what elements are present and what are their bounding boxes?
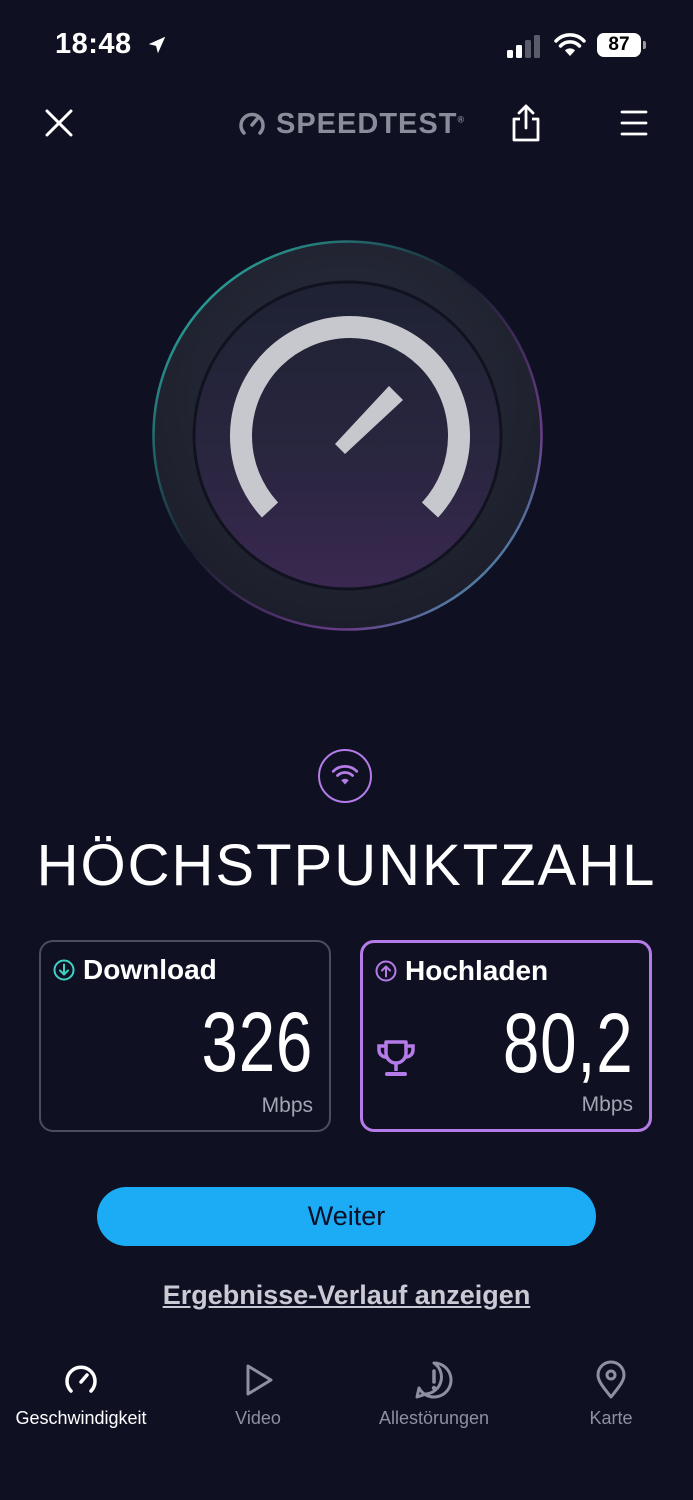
upload-value: 80,2 — [502, 996, 633, 1090]
play-icon — [246, 1364, 273, 1396]
brand-name: SPEEDTEST® — [276, 107, 466, 140]
nav-item-speed[interactable]: Geschwindigkeit — [0, 1360, 162, 1429]
trophy-icon — [377, 1040, 415, 1076]
gauge-icon — [65, 1365, 97, 1393]
wifi-status-icon — [554, 33, 586, 56]
nav-label-video: Video — [235, 1408, 281, 1428]
map-pin-icon — [596, 1360, 626, 1399]
result-title: HÖCHSTPUNKTZAHL — [36, 833, 657, 898]
download-arrow-icon — [53, 959, 75, 981]
registered-mark: ® — [457, 113, 466, 124]
battery-level: 87 — [597, 33, 641, 57]
nav-label-speed: Geschwindigkeit — [15, 1408, 147, 1428]
nav-item-video[interactable]: Video — [198, 1360, 318, 1429]
speedtest-logo: SPEEDTEST® — [236, 106, 465, 142]
nav-item-outages[interactable]: Allestörungen — [350, 1360, 518, 1429]
status-time: 18:48 — [55, 28, 132, 60]
upload-unit: Mbps — [581, 1093, 633, 1116]
wifi-connection-icon — [318, 749, 372, 803]
nav-label-outages: Allestörungen — [378, 1408, 490, 1428]
nav-item-map[interactable]: Karte — [560, 1360, 662, 1429]
continue-button[interactable]: Weiter — [97, 1187, 596, 1246]
location-arrow-icon — [148, 36, 166, 54]
download-unit: Mbps — [261, 1094, 313, 1117]
upload-card: Hochladen 80,2 Mbps — [360, 940, 652, 1132]
close-button[interactable] — [40, 104, 78, 142]
alert-icon — [415, 1361, 453, 1399]
download-label: Download — [83, 954, 217, 985]
speedtest-gauge-icon — [239, 112, 265, 135]
share-button[interactable] — [508, 102, 544, 144]
nav-label-map: Karte — [589, 1408, 633, 1428]
menu-button[interactable] — [618, 106, 650, 138]
upload-label: Hochladen — [405, 955, 549, 986]
cellular-signal-icon — [507, 35, 540, 58]
download-value: 326 — [201, 995, 313, 1089]
wifi-icon — [331, 764, 359, 785]
battery-indicator: 87 — [597, 33, 649, 59]
speed-gauge — [152, 240, 543, 631]
results-history-link[interactable]: Ergebnisse-Verlauf anzeigen — [0, 1280, 693, 1311]
upload-arrow-icon — [375, 960, 397, 982]
download-card: Download 326 Mbps — [39, 940, 331, 1132]
